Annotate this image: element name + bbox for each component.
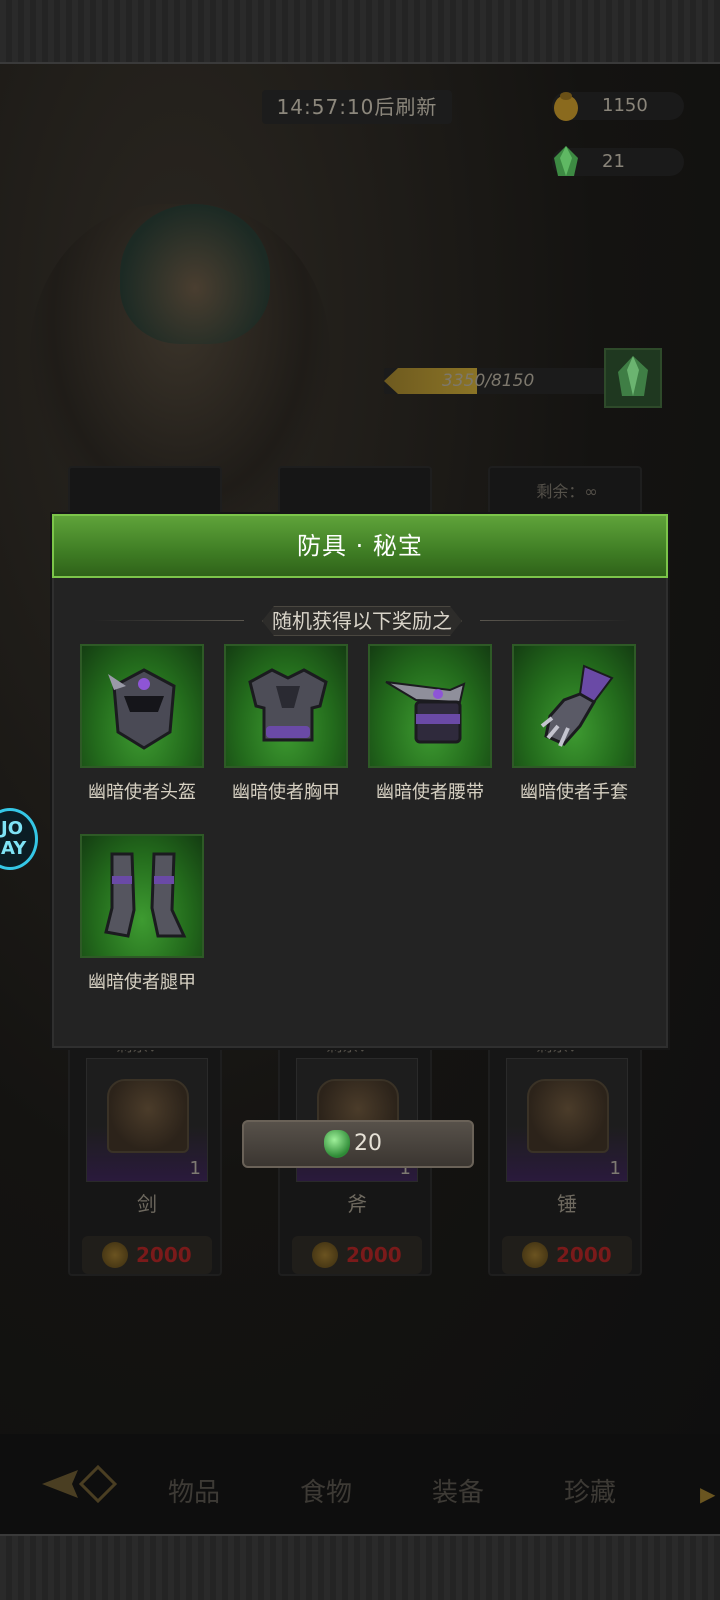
price-value: 2000 [346, 1243, 402, 1267]
item-name: 锤 [557, 1192, 577, 1216]
shop-card-hammer[interactable]: 剩余：∞ 1 锤 2000 [488, 1036, 642, 1276]
item-frame: 1 [86, 1058, 208, 1182]
green-crystal-icon [618, 356, 648, 396]
reward-item-gauntlet[interactable]: 幽暗使者手套 [512, 644, 636, 824]
gold-coin-pouch-icon [522, 1242, 548, 1268]
divider-left [94, 620, 244, 621]
reward-preview-modal: 防具 · 秘宝 随机获得以下奖励之一 幽暗使者头盔 幽暗使者胸甲 幽暗使者腰带 … [52, 514, 668, 1048]
reward-label: 幽暗使者胸甲 [232, 782, 340, 803]
crystal-currency: 21 [552, 146, 684, 176]
top-ornament-bar [0, 0, 720, 64]
crystal-amount: 21 [602, 151, 625, 172]
reward-item-helmet[interactable]: 幽暗使者头盔 [80, 644, 204, 824]
progress-text: 3350/8150 [442, 371, 535, 391]
reward-frame [80, 644, 204, 768]
reward-frame [512, 644, 636, 768]
price-value: 2000 [556, 1243, 612, 1267]
reward-label: 幽暗使者腿甲 [88, 972, 196, 993]
refresh-timer: 14:57:10后刷新 [262, 90, 452, 124]
bottom-ornament-bar [0, 1534, 720, 1600]
gold-coin-pouch-icon [312, 1242, 338, 1268]
reward-item-chest-armor[interactable]: 幽暗使者胸甲 [224, 644, 348, 824]
merchant-hood [120, 204, 270, 344]
crystal-cost-button[interactable]: 20 [242, 1120, 474, 1168]
tab-items[interactable]: 物品 [168, 1472, 220, 1509]
modal-subtitle-banner: 随机获得以下奖励之一 [94, 606, 630, 636]
gold-currency: 1150 [552, 92, 684, 121]
category-tabs: 物品 食物 装备 珍藏 ▶ [0, 1462, 720, 1526]
reward-item-belt[interactable]: 幽暗使者腰带 [368, 644, 492, 824]
crystal-reward-slot[interactable] [604, 348, 662, 408]
modal-title: 防具 · 秘宝 [297, 532, 423, 560]
price-value: 2000 [136, 1243, 192, 1267]
reward-frame [80, 834, 204, 958]
belt-icon [385, 681, 466, 744]
modal-header: 防具 · 秘宝 [52, 514, 668, 578]
reward-label: 幽暗使者手套 [520, 782, 628, 803]
gold-coin-pouch-icon [102, 1242, 128, 1268]
reward-frame [368, 644, 492, 768]
reward-label: 幽暗使者腰带 [376, 782, 484, 803]
tab-food[interactable]: 食物 [300, 1472, 352, 1509]
bubble-text: JO AY [1, 818, 27, 859]
gold-coin-pouch-icon [554, 92, 578, 121]
chest-icon [527, 1079, 609, 1153]
tab-equipment[interactable]: 装备 [432, 1472, 484, 1509]
chest-armor-icon [248, 668, 328, 742]
chest-icon [107, 1079, 189, 1153]
price-button[interactable]: 2000 [502, 1236, 632, 1274]
green-crystal-icon [554, 146, 578, 176]
reward-item-greaves[interactable]: 幽暗使者腿甲 [80, 834, 204, 1014]
green-crystal-icon [324, 1130, 350, 1158]
item-name: 剑 [137, 1192, 157, 1216]
chevron-right-icon[interactable]: ▶ [700, 1482, 715, 1506]
price-button[interactable]: 2000 [82, 1236, 212, 1274]
tab-treasures[interactable]: 珍藏 [564, 1472, 616, 1509]
helmet-icon [108, 668, 176, 750]
item-name: 斧 [347, 1192, 367, 1216]
reward-frame [224, 644, 348, 768]
cost-value: 20 [354, 1131, 382, 1156]
gauntlet-icon [540, 664, 614, 747]
item-quantity: 1 [609, 1158, 621, 1179]
item-frame: 1 [506, 1058, 628, 1182]
shop-card-sword[interactable]: 剩余：∞ 1 剑 2000 [68, 1036, 222, 1276]
divider-right [480, 620, 630, 621]
modal-subtitle: 随机获得以下奖励之一 [262, 606, 462, 636]
progress-bar: 3350/8150 [384, 368, 612, 394]
item-quantity: 1 [189, 1158, 201, 1179]
price-button[interactable]: 2000 [292, 1236, 422, 1274]
reward-label: 幽暗使者头盔 [88, 782, 196, 803]
back-arrow-icon[interactable] [38, 1462, 118, 1506]
gold-amount: 1150 [602, 95, 648, 116]
remaining-label: 剩余：∞ [536, 482, 598, 501]
greaves-icon [104, 852, 187, 938]
